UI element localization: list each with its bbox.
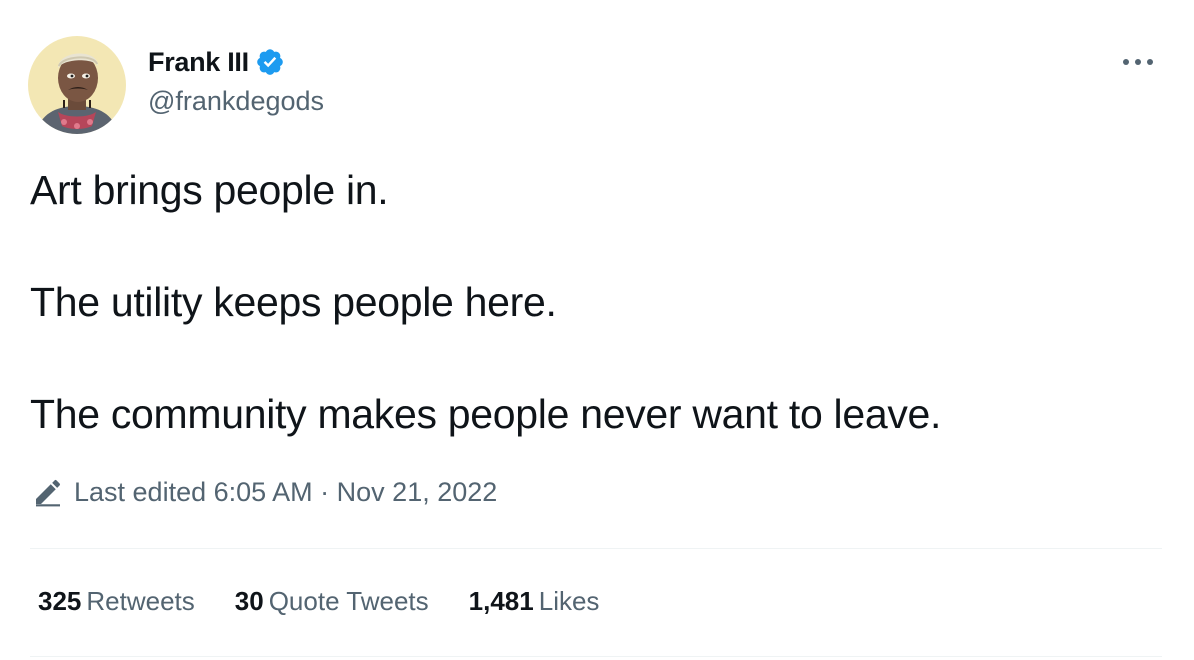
author-handle[interactable]: @frankdegods [148,86,324,117]
divider [30,656,1162,657]
likes-stat[interactable]: 1,481 Likes [469,586,600,617]
avatar[interactable] [28,36,126,134]
retweets-label: Retweets [86,586,195,616]
avatar-illustration [28,36,126,134]
tweet-line: The community makes people never want to… [30,391,942,437]
author-block: Frank III @frankdegods [148,44,324,117]
display-name[interactable]: Frank III [148,47,249,78]
likes-count: 1,481 [468,586,534,616]
retweets-stat[interactable]: 325 Retweets [38,586,195,617]
tweet-text: Art brings people in. The utility keeps … [30,162,1170,442]
quote-tweets-label: Quote Tweets [268,586,429,616]
tweet-card: Frank III @frankdegods Art brings people… [0,0,1194,660]
engagement-stats: 325 Retweets 30 Quote Tweets 1,481 Likes [38,586,639,617]
last-edited-link[interactable]: Last edited 6:05 AM · Nov 21, 2022 [32,476,497,508]
tweet-line: The utility keeps people here. [30,279,557,325]
tweet-line: Art brings people in. [30,167,389,213]
more-horizontal-icon[interactable] [1118,50,1158,74]
divider [30,548,1162,549]
name-row: Frank III [148,44,324,80]
quote-tweets-count: 30 [234,586,264,616]
verified-badge-icon[interactable] [255,47,285,77]
likes-label: Likes [538,586,600,616]
last-edited-text: Last edited 6:05 AM · Nov 21, 2022 [74,476,498,507]
pencil-icon [32,476,64,508]
retweets-count: 325 [38,586,82,616]
quote-tweets-stat[interactable]: 30 Quote Tweets [235,586,429,617]
